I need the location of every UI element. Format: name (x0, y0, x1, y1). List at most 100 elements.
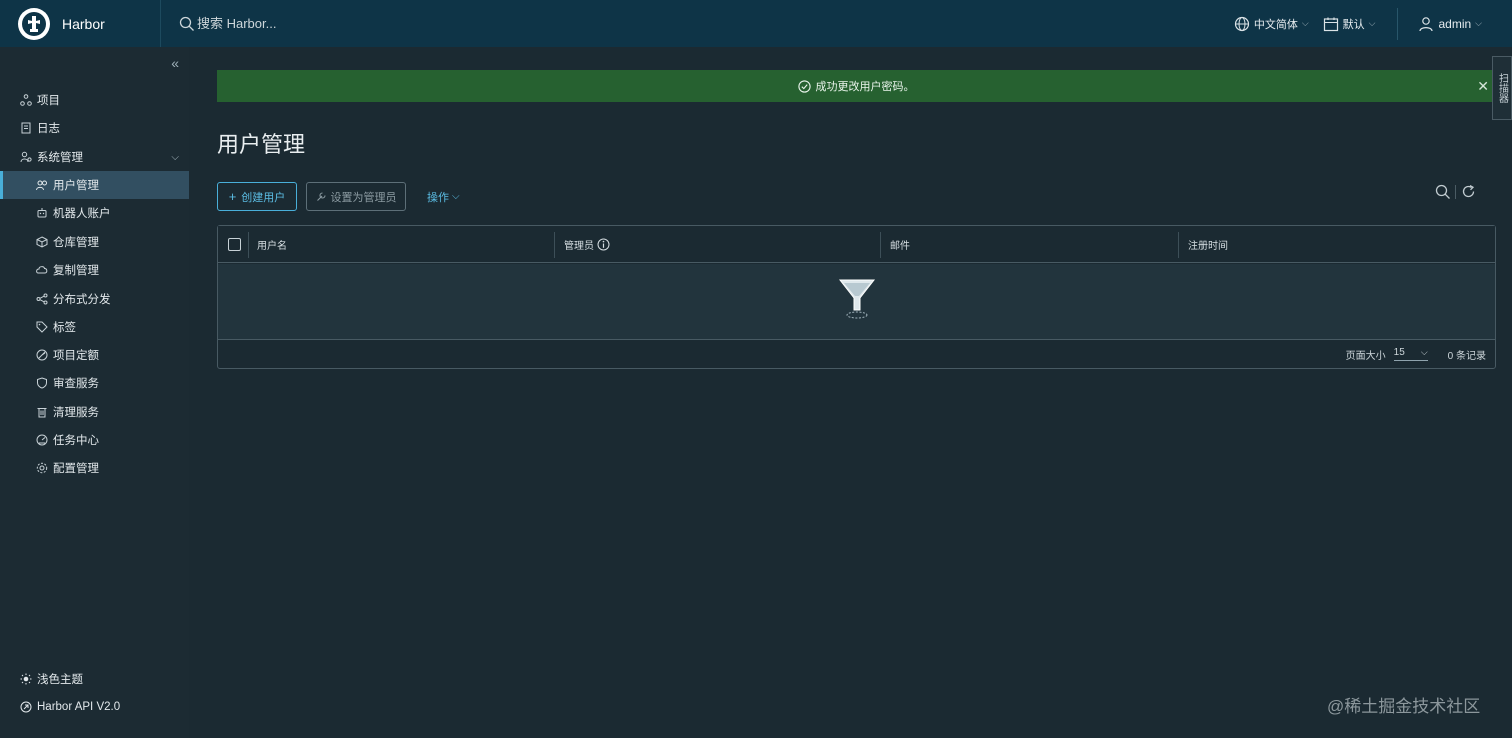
sidebar-item-label: 仓库管理 (53, 237, 99, 249)
column-header-email[interactable]: 邮件 (890, 226, 910, 263)
logs-icon (19, 121, 33, 135)
sidebar-item-configuration[interactable]: 配置管理 (0, 454, 189, 482)
watermark: @稀土掘金技术社区 (1327, 697, 1481, 716)
gear-icon (35, 461, 49, 475)
global-search[interactable] (179, 16, 357, 32)
chevron-down-icon: ⌵ (1475, 18, 1482, 28)
sun-icon (19, 672, 33, 686)
table-footer: 页面大小 15 ⌵ 0 条记录 (218, 340, 1495, 368)
page-title: 用户管理 (217, 132, 306, 157)
page-size-select[interactable]: 15 ⌵ (1393, 347, 1428, 361)
record-count: 0 条记录 (1447, 350, 1486, 362)
replication-icon (35, 263, 49, 277)
api-icon (19, 700, 33, 714)
registry-icon (35, 235, 49, 249)
users-table: 用户名 管理员 邮件 注册时间 页面大小 15 ⌵ 0 条记录 (217, 225, 1496, 369)
empty-filter-icon (838, 279, 876, 319)
calendar-icon (1323, 17, 1338, 31)
sidebar-item-project-quotas[interactable]: 项目定额 (0, 341, 189, 369)
sidebar-item-robot-accounts[interactable]: 机器人账户 (0, 199, 189, 227)
sidebar-item-label: 系统管理 (37, 152, 83, 164)
user-menu[interactable]: admin ⌵ (1418, 16, 1482, 32)
search-icon (179, 16, 194, 31)
robot-icon (35, 206, 49, 220)
plus-icon: + (228, 189, 237, 204)
actions-dropdown[interactable]: 操作 ⌵ (427, 182, 460, 211)
create-user-button[interactable]: + 创建用户 (217, 182, 297, 211)
alert-message: 成功更改用户密码。 (815, 81, 915, 93)
sidebar-item-label: 任务中心 (53, 435, 99, 447)
sidebar-item-light-theme[interactable]: 浅色主题 (0, 665, 189, 693)
chevron-down-icon: ⌵ (1301, 18, 1309, 28)
date-format-selector[interactable]: 默认 ⌵ (1323, 16, 1376, 32)
main-content: 成功更改用户密码。 ✕ 用户管理 + 创建用户 设置为管理员 操作 ⌵ 用户名 (189, 47, 1512, 738)
sidebar-item-job-service[interactable]: 任务中心 (0, 426, 189, 454)
language-label: 中文简体 (1253, 18, 1298, 31)
search-icon[interactable] (1435, 184, 1451, 200)
sidebar-item-label: 复制管理 (53, 265, 99, 277)
actions-label: 操作 (427, 191, 449, 204)
sidebar-item-labels[interactable]: 标签 (0, 313, 189, 341)
column-header-username[interactable]: 用户名 (257, 226, 287, 263)
column-divider (554, 232, 555, 258)
sidebar-item-label: Harbor API V2.0 (37, 701, 121, 713)
brand[interactable]: Harbor (0, 0, 161, 47)
select-all-checkbox[interactable] (228, 238, 241, 251)
info-icon[interactable] (597, 238, 610, 251)
column-divider (248, 232, 249, 258)
sidebar-item-label: 清理服务 (53, 407, 99, 419)
users-icon (35, 178, 49, 192)
shield-icon (35, 376, 49, 390)
column-header-label: 注册时间 (1188, 241, 1228, 252)
collapse-sidebar-icon[interactable]: « (171, 55, 179, 71)
column-header-label: 用户名 (257, 241, 287, 252)
set-as-admin-button[interactable]: 设置为管理员 (306, 182, 406, 211)
wrench-icon (316, 192, 326, 201)
sidebar-item-distributions[interactable]: 分布式分发 (0, 285, 189, 313)
page-size-value: 15 (1393, 347, 1405, 358)
sidebar-item-clean-up[interactable]: 清理服务 (0, 398, 189, 426)
language-selector[interactable]: 中文简体 ⌵ (1234, 16, 1309, 32)
sidebar-item-interrogation-services[interactable]: 审查服务 (0, 369, 189, 397)
top-header: Harbor 中文简体 ⌵ 默认 ⌵ (0, 0, 1512, 47)
sidebar-item-label: 机器人账户 (53, 208, 111, 220)
refresh-icon[interactable] (1461, 184, 1476, 199)
sidebar-item-label: 用户管理 (53, 180, 99, 192)
close-icon[interactable]: ✕ (1477, 78, 1489, 95)
page-size-label: 页面大小 (1345, 350, 1386, 362)
sidebar-item-label: 配置管理 (53, 463, 99, 475)
column-header-admin[interactable]: 管理员 (564, 226, 610, 263)
sidebar-item-label: 审查服务 (53, 378, 99, 390)
sidebar-item-label: 日志 (37, 123, 60, 135)
sidebar-item-administration[interactable]: 系统管理 ⌵ (0, 143, 189, 171)
sidebar-item-logs[interactable]: 日志 (0, 114, 189, 142)
date-format-label: 默认 (1342, 18, 1365, 31)
sidebar-item-label: 分布式分发 (53, 294, 111, 306)
chevron-down-icon: ⌵ (171, 151, 179, 163)
toolbar-divider (1455, 185, 1456, 199)
sidebar-item-label: 标签 (53, 322, 76, 334)
sidebar-item-harbor-api[interactable]: Harbor API V2.0 (0, 693, 189, 721)
globe-icon (1234, 16, 1249, 31)
success-alert: 成功更改用户密码。 ✕ (217, 70, 1495, 102)
user-icon (1419, 16, 1434, 31)
column-header-label: 管理员 (564, 241, 594, 252)
header-right: 中文简体 ⌵ 默认 ⌵ admin ⌵ (1234, 0, 1512, 47)
sidebar: « 项目 日志 系统管理 ⌵ 用户管理 机器人账户 仓库管理 复制管理 分布式分… (0, 47, 189, 738)
set-as-admin-label: 设置为管理员 (330, 191, 397, 204)
sidebar-item-registries[interactable]: 仓库管理 (0, 228, 189, 256)
column-divider (880, 232, 881, 258)
search-input[interactable] (197, 16, 357, 31)
chevron-down-icon: ⌵ (1368, 18, 1376, 28)
sidebar-item-users[interactable]: 用户管理 (0, 171, 189, 199)
chevron-down-icon: ⌵ (1420, 347, 1428, 357)
table-body-empty (218, 264, 1495, 340)
sidebar-item-projects[interactable]: 项目 (0, 86, 189, 114)
sidebar-item-label: 浅色主题 (37, 674, 83, 686)
sidebar-item-replications[interactable]: 复制管理 (0, 256, 189, 284)
scanner-side-tab[interactable]: 扫描器 (1492, 56, 1512, 120)
user-name: admin (1438, 16, 1472, 31)
column-header-registration-time[interactable]: 注册时间 (1188, 226, 1228, 263)
check-circle-icon (797, 79, 811, 93)
table-header: 用户名 管理员 邮件 注册时间 (218, 226, 1495, 263)
